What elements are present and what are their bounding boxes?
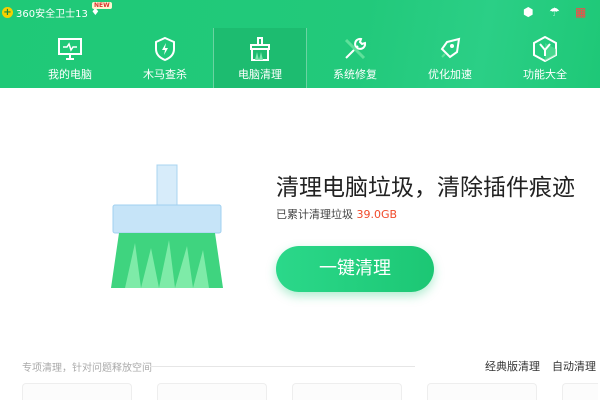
broom-icon bbox=[250, 37, 270, 61]
gift-icon[interactable]: ▦ bbox=[575, 5, 586, 19]
tab-trojan-scan[interactable]: 木马查杀 bbox=[118, 28, 212, 88]
broom-illustration bbox=[111, 164, 223, 288]
tab-all-features[interactable]: 功能大全 bbox=[498, 28, 592, 88]
main-heading: 清理电脑垃圾，清除插件痕迹 bbox=[276, 175, 575, 201]
cleanup-card[interactable] bbox=[22, 383, 132, 400]
logo-icon: + bbox=[2, 7, 13, 18]
tab-label: 系统修复 bbox=[333, 68, 377, 81]
tab-label: 我的电脑 bbox=[48, 68, 92, 81]
cleanup-card[interactable] bbox=[157, 383, 267, 400]
one-click-clean-button[interactable]: 一键清理 bbox=[276, 246, 434, 292]
app-title-text: 360安全卫士13 bbox=[16, 9, 88, 20]
rocket-icon bbox=[440, 37, 461, 59]
section-label: 专项清理，针对问题释放空间 bbox=[22, 363, 152, 374]
shield-bolt-icon bbox=[155, 36, 175, 62]
tab-system-repair[interactable]: 系统修复 bbox=[308, 28, 402, 88]
cleaned-value: 39.0GB bbox=[356, 208, 398, 221]
cleanup-card[interactable] bbox=[427, 383, 537, 400]
divider bbox=[150, 366, 415, 367]
auto-cleanup-link[interactable]: 自动清理 bbox=[552, 358, 596, 374]
tab-label: 功能大全 bbox=[523, 68, 567, 81]
tab-label: 优化加速 bbox=[428, 68, 472, 81]
header: + 360安全卫士13 ♦ NEW ⬢ ☂ ▦ 我的电脑 木马查杀 电脑清理 系… bbox=[0, 0, 600, 88]
tab-cleanup[interactable]: 电脑清理 bbox=[213, 28, 307, 88]
wrench-icon bbox=[344, 37, 367, 60]
cleanup-card[interactable] bbox=[562, 383, 598, 400]
tab-label: 电脑清理 bbox=[238, 68, 282, 81]
classic-cleanup-link[interactable]: 经典版清理 bbox=[485, 358, 540, 374]
app-title: + 360安全卫士13 ♦ bbox=[2, 5, 100, 20]
hexagon-y-icon bbox=[533, 36, 557, 62]
shield-icon[interactable]: ⬢ bbox=[523, 5, 533, 19]
cleanup-card[interactable] bbox=[292, 383, 402, 400]
tab-my-computer[interactable]: 我的电脑 bbox=[23, 28, 117, 88]
tab-optimize[interactable]: 优化加速 bbox=[403, 28, 497, 88]
monitor-icon bbox=[58, 38, 82, 60]
cleaned-label: 已累计清理垃圾 bbox=[276, 208, 353, 221]
tab-label: 木马查杀 bbox=[143, 68, 187, 81]
new-badge: NEW bbox=[92, 2, 112, 9]
umbrella-icon[interactable]: ☂ bbox=[549, 5, 560, 19]
cleaned-total: 已累计清理垃圾 39.0GB bbox=[276, 206, 397, 222]
